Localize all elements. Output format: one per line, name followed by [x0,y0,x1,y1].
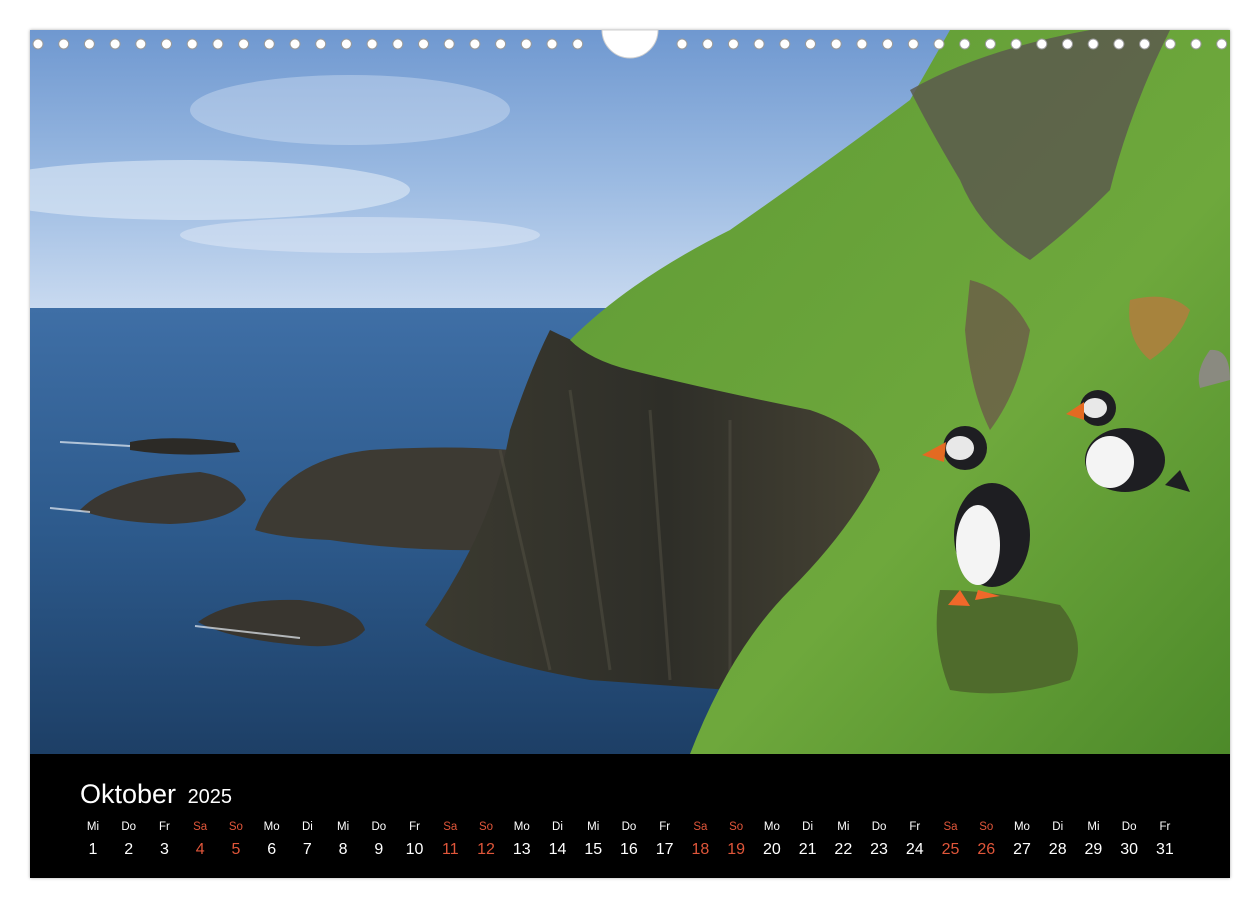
weekday-label: Di [552,821,563,833]
calendar-day: Mo 27 [1004,754,1040,878]
weekday-label: Fr [159,821,170,833]
day-number: 29 [1084,841,1103,858]
weekday-label: Sa [443,821,458,833]
weekday-label: Do [871,821,887,833]
weekday-label: Di [1052,821,1064,833]
weekday-label: So [478,821,494,833]
calendar-day: Mi 1 [75,754,111,878]
weekday-label: Sa [193,821,208,833]
day-number: 3 [160,841,169,858]
calendar-day: Di 21 [790,754,826,878]
calendar-day: Fr 24 [897,754,933,878]
day-number: 19 [727,841,746,858]
weekday-label: Do [621,821,637,833]
day-number: 1 [88,841,98,858]
weekday-label: Fr [659,821,671,833]
day-number: 27 [1013,841,1031,858]
cover-photo [30,30,1230,754]
day-number: 5 [231,841,241,858]
day-number: 7 [302,841,312,858]
day-number: 25 [941,841,960,858]
calendar-day: Mi 15 [575,754,611,878]
day-number: 24 [905,841,924,858]
weekday-label: Do [1121,821,1137,833]
calendar-day: Sa 18 [682,754,718,878]
day-number: 15 [584,841,603,858]
calendar-day: Di 14 [539,754,575,878]
day-number: 8 [338,841,348,858]
weekday-label: Do [371,821,387,833]
weekday-label: So [729,821,744,833]
weekday-label: Mi [337,821,350,833]
day-number: 6 [267,841,277,858]
weekday-label: Mo [763,821,780,833]
calendar-day: Sa 11 [432,754,468,878]
day-number: 12 [477,841,495,858]
day-number: 30 [1120,841,1139,858]
weekday-label: Mo [513,821,530,833]
calendar-strip: Oktober 2025 Mi 1 Do 2 Fr 3 Sa 4 So 5 Mo 6 Di 7 Mi 8 Do 9… [30,754,1230,878]
day-number: 14 [548,841,567,858]
calendar-day: Do 30 [1111,754,1147,878]
weekday-label: Mi [837,821,850,833]
puffin-cliff-photo [30,30,1230,754]
weekday-label: Mi [86,821,100,833]
calendar-day: Di 7 [289,754,325,878]
weekday-label: Mo [263,821,280,833]
calendar-day: Mo 20 [754,754,790,878]
calendar-day: Mo 6 [254,754,290,878]
calendar-day: Mo 13 [504,754,540,878]
weekday-label: Fr [909,821,921,833]
calendar-day: So 19 [718,754,754,878]
weekday-label: Do [121,821,137,833]
calendar-day: Mi 22 [825,754,861,878]
weekday-label: So [979,821,994,833]
calendar-day: Do 2 [111,754,147,878]
weekday-label: Di [802,821,814,833]
calendar-day: Sa 25 [933,754,969,878]
day-number: 21 [798,841,817,858]
calendar-page: Oktober 2025 Mi 1 Do 2 Fr 3 Sa 4 So 5 Mo 6 Di 7 Mi 8 Do 9… [30,30,1230,878]
calendar-day: So 12 [468,754,504,878]
calendar-day: Fr 31 [1147,754,1183,878]
weekday-label: Sa [943,821,958,833]
day-number: 31 [1155,841,1174,858]
weekday-label: Di [301,821,313,833]
day-number: 26 [977,841,996,858]
calendar-day: Mi 8 [325,754,361,878]
calendar-day: Do 23 [861,754,897,878]
day-grid: Mi 1 Do 2 Fr 3 Sa 4 So 5 Mo 6 Di 7 Mi 8 Do 9 Fr 10 Sa 11 So 12 M… [30,754,1230,878]
day-number: 18 [691,841,710,858]
calendar-day: Fr 10 [397,754,433,878]
calendar-day: Do 16 [611,754,647,878]
weekday-label: So [228,821,243,833]
calendar-day: Mi 29 [1075,754,1111,878]
day-number: 16 [620,841,638,858]
weekday-label: Sa [693,821,708,833]
day-number: 22 [834,841,853,858]
weekday-label: Fr [409,821,420,833]
day-number: 2 [124,841,134,858]
day-number: 17 [655,841,674,858]
calendar-day: So 26 [968,754,1004,878]
day-number: 28 [1048,841,1067,858]
weekday-label: Fr [1159,821,1171,833]
calendar-day: Di 28 [1040,754,1076,878]
calendar-day: Do 9 [361,754,397,878]
day-number: 23 [870,841,888,858]
calendar-day: Fr 17 [647,754,683,878]
calendar-day: Fr 3 [146,754,182,878]
day-number: 10 [405,841,424,858]
weekday-label: Mo [1013,821,1030,833]
day-number: 20 [762,841,781,858]
day-number: 9 [374,841,384,858]
calendar-day: So 5 [218,754,254,878]
day-number: 11 [441,841,459,858]
day-number: 13 [512,841,531,858]
weekday-label: Mi [1087,821,1100,833]
calendar-day: Sa 4 [182,754,218,878]
day-number: 4 [195,841,205,858]
weekday-label: Mi [587,821,600,833]
